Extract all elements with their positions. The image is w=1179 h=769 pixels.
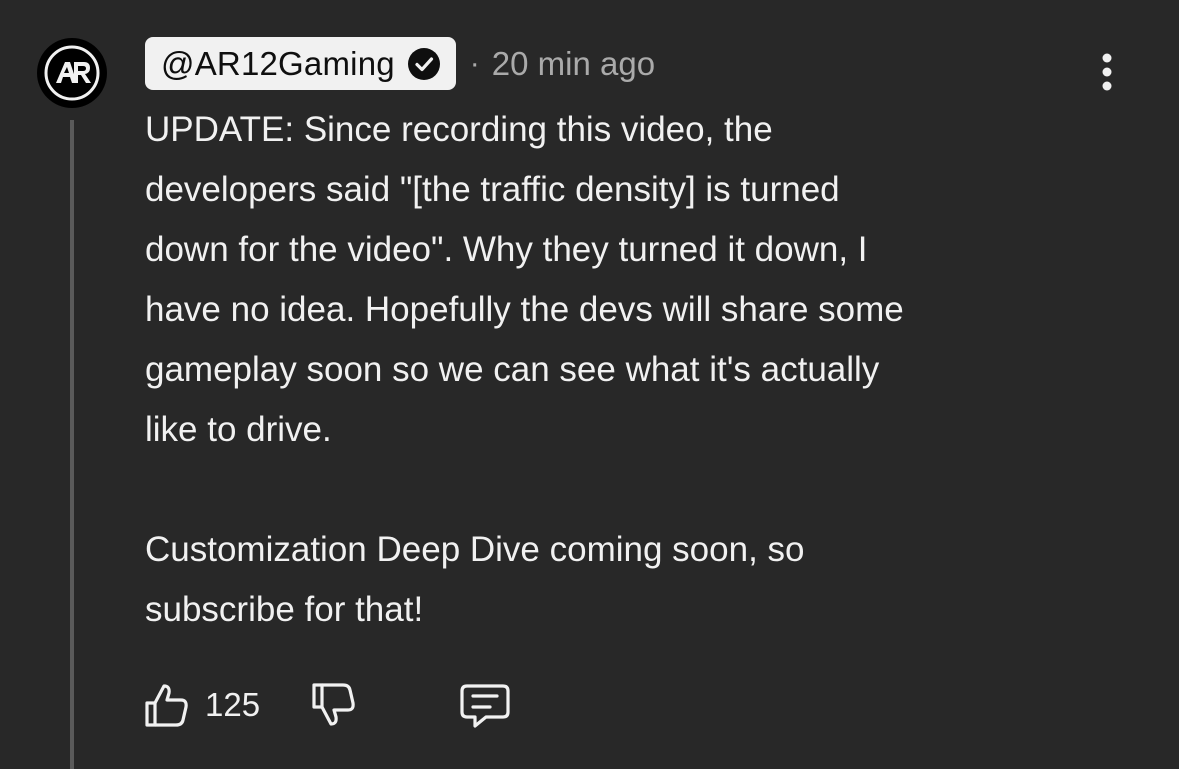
more-options-button[interactable]: [1094, 50, 1120, 94]
like-button[interactable]: 125: [143, 681, 260, 729]
comment: @AR12Gaming · 20 min ago UPDATE: Since r…: [0, 0, 1179, 769]
comment-actions: 125: [143, 680, 512, 730]
thumbs-up-icon: [145, 684, 188, 727]
like-count: 125: [205, 686, 261, 723]
dislike-button[interactable]: [310, 681, 358, 729]
comment-paragraph: UPDATE: Since recording this video, the …: [145, 110, 904, 449]
meta-separator: ·: [469, 46, 480, 80]
avatar[interactable]: [37, 38, 107, 108]
comment-body: UPDATE: Since recording this video, the …: [145, 100, 1135, 640]
author-handle[interactable]: @AR12Gaming: [161, 37, 395, 90]
comment-timestamp[interactable]: 20 min ago: [492, 45, 655, 83]
verified-icon: [407, 47, 441, 81]
reply-button[interactable]: [458, 681, 512, 729]
comment-header: @AR12Gaming · 20 min ago: [145, 37, 655, 90]
ar12-logo-icon: [39, 40, 105, 106]
comment-icon: [460, 684, 510, 728]
author-chip[interactable]: @AR12Gaming: [145, 37, 456, 90]
thread-line: [70, 120, 74, 769]
comment-paragraph: Customization Deep Dive coming soon, so …: [145, 530, 805, 629]
more-vertical-icon: [1102, 53, 1112, 91]
thumbs-down-icon: [312, 683, 355, 726]
